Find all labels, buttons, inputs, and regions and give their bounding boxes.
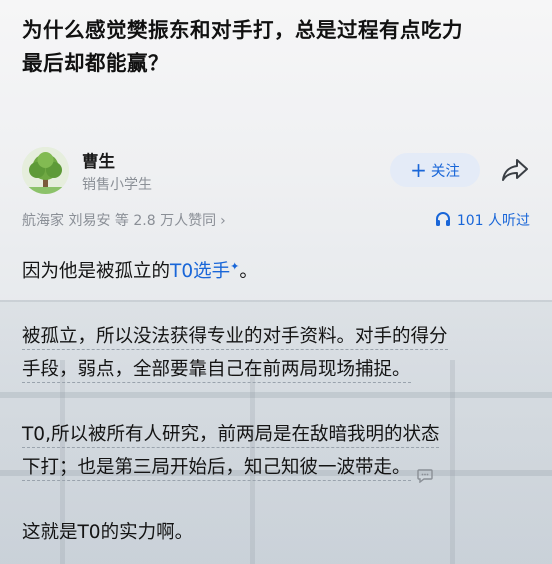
question-title-line-1: 为什么感觉樊振东和对手打，总是过程有点吃力: [22, 18, 463, 42]
answer-paragraph-1: 因为他是被孤立的T0选手✦。: [22, 250, 534, 288]
endorsement-text: 航海家 刘易安 等 2.8 万人赞同: [22, 213, 217, 229]
answer-page: 为什么感觉樊振东和对手打，总是过程有点吃力 最后却都能赢？ 曹生 销售小学生 +…: [0, 0, 552, 564]
listeners-count: 101 人听过: [456, 213, 530, 229]
answer-paragraph-3: T0,所以被所有人研究，前两局是在敌暗我明的状态 下打；也是第三局开始后，知己知…: [22, 418, 534, 484]
answer-text: 因为他是被孤立的: [22, 261, 171, 283]
answer-paragraph-4: 这就是T0的实力啊。: [22, 522, 194, 544]
headphones-icon: [435, 211, 451, 230]
highlighted-text[interactable]: 下打；也是第三局开始后，知己知彼一波带走。: [22, 457, 411, 482]
follow-label: 关注: [430, 163, 460, 180]
meta-row: 航海家 刘易安 等 2.8 万人赞同 › 101 人听过: [22, 210, 534, 232]
chevron-right-icon: ›: [220, 213, 226, 229]
avatar[interactable]: [22, 147, 69, 194]
author-row: 曹生 销售小学生 + 关注: [22, 142, 534, 202]
answer-body: 因为他是被孤立的T0选手✦。 被孤立，所以没法获得专业的对手资料。对手的得分 手…: [22, 250, 534, 549]
highlighted-text[interactable]: 手段，弱点，全部要靠自己在前两局现场捕捉。: [22, 359, 411, 384]
answer-text: 。: [239, 261, 258, 283]
endorsement-summary[interactable]: 航海家 刘易安 等 2.8 万人赞同 ›: [22, 210, 226, 230]
author-name[interactable]: 曹生: [82, 148, 115, 172]
question-title[interactable]: 为什么感觉樊振东和对手打，总是过程有点吃力 最后却都能赢？: [22, 14, 537, 80]
author-bio: 销售小学生: [82, 177, 152, 193]
share-icon[interactable]: [500, 156, 530, 184]
question-title-line-2: 最后却都能赢？: [22, 51, 169, 75]
plus-icon: +: [410, 158, 427, 182]
highlighted-text[interactable]: T0,所以被所有人研究，前两局是在敌暗我明的状态: [22, 424, 440, 449]
highlighted-text[interactable]: 被孤立，所以没法获得专业的对手资料。对手的得分: [22, 326, 448, 351]
listen-button[interactable]: 101 人听过: [435, 210, 530, 230]
comment-icon[interactable]: [416, 461, 433, 484]
follow-button[interactable]: + 关注: [390, 153, 480, 187]
t0-keyword-link[interactable]: T0选手: [170, 261, 230, 282]
sparkle-icon: ✦: [230, 260, 240, 273]
answer-paragraph-2: 被孤立，所以没法获得专业的对手资料。对手的得分 手段，弱点，全部要靠自己在前两局…: [22, 320, 534, 386]
